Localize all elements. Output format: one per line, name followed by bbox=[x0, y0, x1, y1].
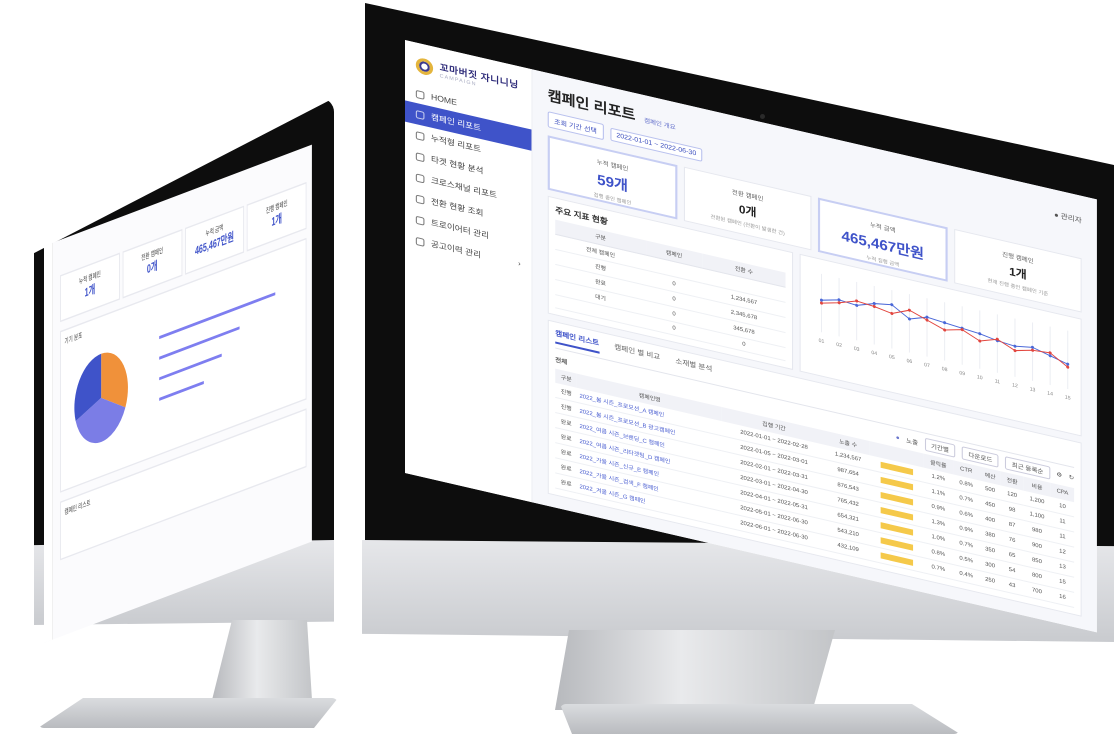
report-icon bbox=[415, 109, 425, 120]
data-point[interactable] bbox=[837, 298, 841, 302]
data-point[interactable] bbox=[943, 328, 947, 332]
small-monitor-neck bbox=[212, 620, 312, 700]
x-tick-label: 06 bbox=[907, 358, 913, 365]
x-tick-label: 14 bbox=[1048, 391, 1054, 398]
small-pie-chart bbox=[74, 352, 128, 444]
data-point[interactable] bbox=[1066, 365, 1070, 369]
data-point[interactable] bbox=[872, 302, 877, 306]
sidebar-item-label: HOME bbox=[430, 92, 457, 108]
data-point[interactable] bbox=[943, 321, 947, 325]
chevron-right-icon: › bbox=[518, 260, 521, 269]
list-count: 전체 bbox=[555, 357, 568, 367]
target-icon bbox=[415, 151, 425, 162]
cross-channel-icon bbox=[415, 172, 425, 183]
data-point[interactable] bbox=[820, 301, 824, 305]
data-point[interactable] bbox=[890, 311, 894, 316]
small-bar bbox=[159, 381, 204, 401]
x-tick-label: 01 bbox=[819, 338, 825, 345]
small-sidebar bbox=[44, 242, 53, 643]
data-point[interactable] bbox=[1013, 344, 1017, 348]
tab-campaign-compare[interactable]: 캠페인 별 비교 bbox=[614, 342, 660, 368]
data-point[interactable] bbox=[1066, 362, 1070, 366]
data-point[interactable] bbox=[908, 317, 912, 321]
settings-icon[interactable]: ⚙ bbox=[1056, 471, 1062, 479]
sidebar: 꼬마버짓 자니니닝 CAMPAIGN HOME 캠페인 리포트 누적형 리포트 타겟 … bbox=[405, 40, 533, 503]
data-point[interactable] bbox=[1048, 354, 1052, 358]
data-point[interactable] bbox=[925, 315, 929, 319]
large-monitor-foot bbox=[560, 704, 960, 734]
data-point[interactable] bbox=[872, 304, 877, 309]
home-icon bbox=[415, 89, 425, 100]
large-monitor-neck bbox=[555, 630, 835, 710]
refresh-icon[interactable]: ↻ bbox=[1069, 474, 1074, 482]
data-point[interactable] bbox=[1031, 348, 1035, 352]
data-point[interactable] bbox=[820, 298, 824, 302]
x-tick-label: 12 bbox=[1012, 382, 1018, 389]
data-point[interactable] bbox=[978, 339, 982, 343]
cumulative-icon bbox=[415, 130, 425, 141]
data-point[interactable] bbox=[908, 308, 912, 312]
x-tick-label: 13 bbox=[1030, 386, 1036, 393]
x-tick-label: 10 bbox=[977, 374, 983, 381]
camera bbox=[760, 114, 765, 119]
x-tick-label: 05 bbox=[889, 354, 895, 361]
x-tick-label: 11 bbox=[995, 378, 1000, 385]
page-subtitle[interactable]: 캠페인 개요 bbox=[644, 115, 676, 131]
spend-bar bbox=[880, 552, 914, 566]
tab-creative-analysis[interactable]: 소재별 분석 bbox=[675, 356, 712, 380]
data-point[interactable] bbox=[1048, 351, 1052, 355]
user-name: 관리자 bbox=[1060, 213, 1082, 226]
data-point[interactable] bbox=[1013, 349, 1017, 353]
user-icon: ● bbox=[1054, 211, 1059, 220]
x-tick-label: 09 bbox=[960, 370, 966, 377]
small-bar bbox=[159, 353, 222, 381]
x-tick-label: 03 bbox=[854, 346, 860, 353]
tab-campaign-list[interactable]: 캠페인 리스트 bbox=[555, 328, 600, 354]
x-tick-label: 04 bbox=[872, 350, 878, 357]
x-tick-label: 08 bbox=[942, 366, 948, 373]
data-point[interactable] bbox=[855, 303, 859, 308]
small-monitor-foot bbox=[38, 698, 338, 728]
user-menu[interactable]: ● 관리자 bbox=[1054, 210, 1082, 226]
data-point[interactable] bbox=[890, 303, 894, 307]
logo-ring-icon bbox=[415, 56, 434, 77]
product-showcase: 누적 캠페인 1개 전환 캠페인 0개 누적 금액 465,467만원 진행 캠… bbox=[0, 0, 1114, 738]
data-point[interactable] bbox=[855, 299, 859, 303]
data-point[interactable] bbox=[1031, 345, 1035, 350]
tracker-icon bbox=[415, 215, 425, 226]
x-tick-label: 07 bbox=[924, 362, 930, 369]
data-point[interactable] bbox=[925, 318, 929, 322]
history-icon bbox=[415, 236, 425, 247]
data-point[interactable] bbox=[978, 332, 982, 336]
x-tick-label: 15 bbox=[1065, 395, 1071, 402]
legend-dot-icon: ● bbox=[895, 434, 900, 442]
conversion-icon bbox=[415, 194, 425, 205]
legend-label: 노출 bbox=[906, 438, 919, 448]
x-tick-label: 02 bbox=[836, 342, 842, 349]
data-point[interactable] bbox=[837, 301, 841, 305]
